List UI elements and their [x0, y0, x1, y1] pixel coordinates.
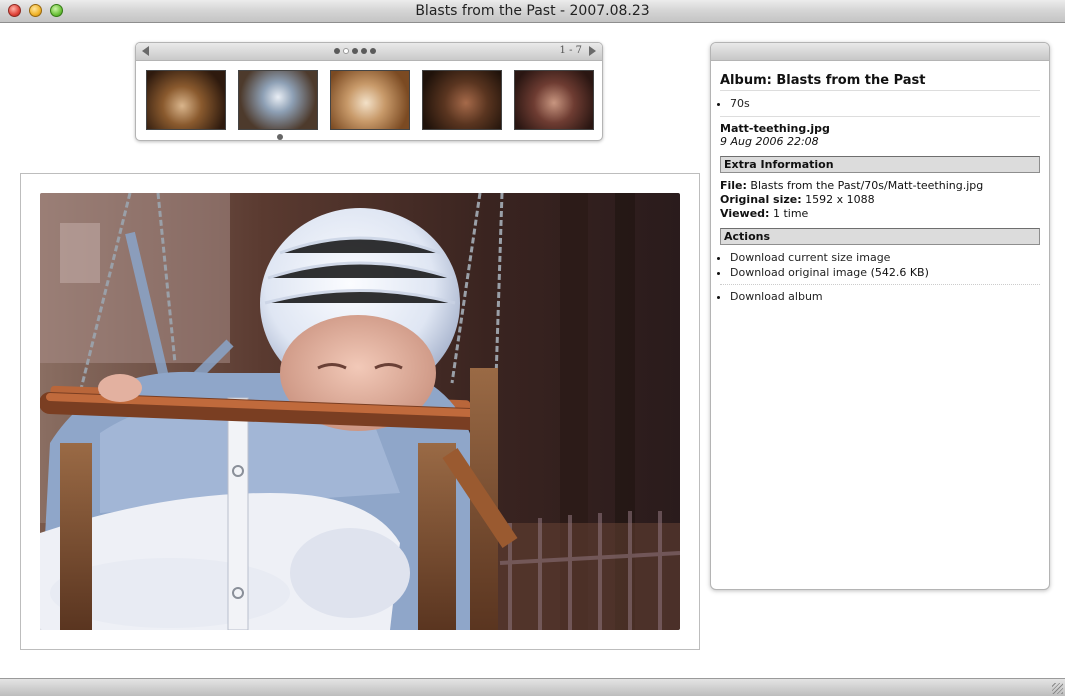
viewed-label: Viewed: [720, 207, 770, 220]
extra-information-heading: Extra Information [720, 156, 1040, 173]
info-panel-body: Album: Blasts from the Past 70s Matt-tee… [711, 61, 1049, 303]
actions-heading: Actions [720, 228, 1040, 245]
page-range-label: 1 - 7 [559, 45, 582, 56]
download-list: Download current size image Download ori… [720, 251, 1040, 279]
file-path-row: File: Blasts from the Past/70s/Matt-teet… [720, 179, 1040, 192]
viewed-row: Viewed: 1 time [720, 207, 1040, 220]
download-original-link[interactable]: Download original image [730, 266, 867, 279]
download-current-size-link[interactable]: Download current size image [730, 251, 890, 264]
divider [720, 116, 1040, 117]
file-path-value: Blasts from the Past/70s/Matt-teething.j… [750, 179, 984, 192]
file-path-label: File: [720, 179, 747, 192]
subalbum-label[interactable]: 70s [730, 97, 750, 110]
next-page-arrow-icon[interactable] [589, 46, 596, 56]
thumbnail-3[interactable] [330, 70, 410, 130]
resize-grip-icon[interactable] [1052, 683, 1063, 694]
download-album-item: Download album [730, 290, 1040, 303]
page-indicator [334, 48, 379, 67]
page-dot-2[interactable] [343, 48, 349, 54]
page-dot-4[interactable] [361, 48, 367, 54]
thumbnail-4[interactable] [422, 70, 502, 130]
photo-filename: Matt-teething.jpg [720, 122, 830, 135]
selected-thumbnail-indicator [277, 134, 283, 140]
info-panel: Album: Blasts from the Past 70s Matt-tee… [710, 42, 1050, 590]
thumbnail-strip-header: 1 - 7 [136, 43, 602, 61]
subalbum-list: 70s [720, 97, 1040, 110]
download-album-link[interactable]: Download album [730, 290, 823, 303]
info-panel-header [711, 43, 1049, 61]
main-photo[interactable] [40, 193, 680, 630]
photo-date: 9 Aug 2006 22:08 [720, 135, 819, 148]
thumbnail-2[interactable] [238, 70, 318, 130]
download-original-item: Download original image (542.6 KB) [730, 266, 1040, 279]
original-size-label: Original size: [720, 193, 802, 206]
album-download-list: Download album [720, 290, 1040, 303]
album-title: Album: Blasts from the Past [720, 73, 1040, 91]
subalbum-link[interactable]: 70s [730, 97, 1040, 110]
dotted-divider [720, 284, 1040, 285]
original-size-row: Original size: 1592 x 1088 [720, 193, 1040, 206]
original-file-size: (542.6 KB) [870, 266, 929, 279]
thumbnail-strip: 1 - 7 [135, 42, 603, 141]
viewed-value: 1 time [772, 207, 809, 220]
thumbnail-5[interactable] [514, 70, 594, 130]
window-bottom-bar [0, 678, 1065, 696]
main-photo-image [40, 193, 680, 630]
window-titlebar: Blasts from the Past - 2007.08.23 [0, 0, 1065, 23]
original-size-value: 1592 x 1088 [805, 193, 875, 206]
previous-page-arrow-icon[interactable] [142, 46, 149, 56]
page-dot-3[interactable] [352, 48, 358, 54]
page-dot-5[interactable] [370, 48, 376, 54]
photo-frame [20, 173, 700, 650]
thumbnail-1[interactable] [146, 70, 226, 130]
download-current-item: Download current size image [730, 251, 1040, 264]
page-dot-1[interactable] [334, 48, 340, 54]
window-title: Blasts from the Past - 2007.08.23 [415, 3, 650, 19]
